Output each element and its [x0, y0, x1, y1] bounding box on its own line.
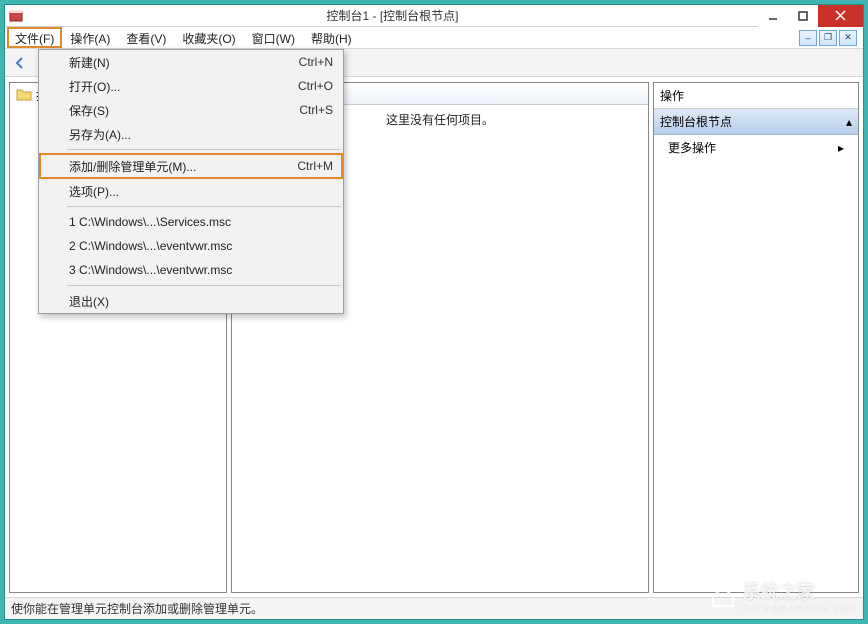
mdi-close-button[interactable]: ✕	[839, 30, 857, 46]
menu-exit[interactable]: 退出(X)	[39, 289, 343, 313]
collapse-icon: ▴	[846, 115, 852, 129]
mdi-minimize-button[interactable]: ‒	[799, 30, 817, 46]
menu-save-as[interactable]: 另存为(A)...	[39, 122, 343, 146]
menu-help[interactable]: 帮助(H)	[303, 27, 360, 48]
action-pane: 操作 控制台根节点 ▴ 更多操作 ▸	[653, 82, 859, 593]
chevron-right-icon: ▸	[838, 141, 844, 155]
menu-open[interactable]: 打开(O)... Ctrl+O	[39, 74, 343, 98]
mdi-restore-button[interactable]: ❐	[819, 30, 837, 46]
status-text: 使你能在管理单元控制台添加或删除管理单元。	[11, 600, 263, 617]
menu-item-label: 3 C:\Windows\...\eventvwr.msc	[69, 263, 232, 277]
menu-recent-1[interactable]: 1 C:\Windows\...\Services.msc	[39, 210, 343, 234]
menu-item-label: 另存为(A)...	[69, 126, 131, 143]
action-pane-title: 操作	[654, 83, 858, 109]
action-header-label: 控制台根节点	[660, 113, 732, 130]
menu-item-label: 打开(O)...	[69, 78, 120, 95]
menu-shortcut: Ctrl+O	[268, 79, 333, 93]
menu-favorites[interactable]: 收藏夹(O)	[174, 27, 243, 48]
menu-view[interactable]: 查看(V)	[118, 27, 174, 48]
mdi-controls: ‒ ❐ ✕	[799, 27, 861, 48]
menu-save[interactable]: 保存(S) Ctrl+S	[39, 98, 343, 122]
menu-item-label: 选项(P)...	[69, 183, 119, 200]
menu-item-label: 退出(X)	[69, 293, 109, 310]
menubar: 文件(F) 操作(A) 查看(V) 收藏夹(O) 窗口(W) 帮助(H) ‒ ❐…	[5, 27, 863, 49]
menu-window[interactable]: 窗口(W)	[244, 27, 303, 48]
window-controls	[758, 5, 863, 27]
menu-item-label: 新建(N)	[69, 54, 110, 71]
menu-recent-3[interactable]: 3 C:\Windows\...\eventvwr.msc	[39, 258, 343, 282]
menu-shortcut: Ctrl+N	[269, 55, 333, 69]
menu-item-label: 1 C:\Windows\...\Services.msc	[69, 215, 231, 229]
maximize-button[interactable]	[788, 5, 818, 27]
menu-item-label: 2 C:\Windows\...\eventvwr.msc	[69, 239, 232, 253]
menu-separator	[67, 285, 341, 286]
close-button[interactable]	[818, 5, 863, 27]
minimize-button[interactable]	[758, 5, 788, 27]
file-menu-dropdown: 新建(N) Ctrl+N 打开(O)... Ctrl+O 保存(S) Ctrl+…	[38, 49, 344, 314]
titlebar: 控制台1 - [控制台根节点]	[5, 5, 863, 27]
folder-icon	[16, 87, 32, 104]
menu-separator	[67, 149, 341, 150]
menu-separator	[67, 206, 341, 207]
menu-options[interactable]: 选项(P)...	[39, 179, 343, 203]
menu-new[interactable]: 新建(N) Ctrl+N	[39, 50, 343, 74]
menu-shortcut: Ctrl+S	[269, 103, 333, 117]
menu-item-label: 添加/删除管理单元(M)...	[69, 158, 196, 175]
action-more[interactable]: 更多操作 ▸	[654, 135, 858, 160]
menu-file[interactable]: 文件(F)	[7, 27, 62, 48]
menu-shortcut: Ctrl+M	[267, 159, 333, 173]
back-button[interactable]	[9, 52, 31, 74]
statusbar: 使你能在管理单元控制台添加或删除管理单元。	[5, 597, 863, 619]
window-title: 控制台1 - [控制台根节点]	[27, 7, 758, 24]
menu-add-remove-snapin[interactable]: 添加/删除管理单元(M)... Ctrl+M	[39, 153, 343, 179]
action-more-label: 更多操作	[668, 139, 716, 156]
menu-recent-2[interactable]: 2 C:\Windows\...\eventvwr.msc	[39, 234, 343, 258]
action-header[interactable]: 控制台根节点 ▴	[654, 109, 858, 135]
menu-item-label: 保存(S)	[69, 102, 109, 119]
menu-action[interactable]: 操作(A)	[62, 27, 118, 48]
app-icon	[5, 5, 27, 27]
